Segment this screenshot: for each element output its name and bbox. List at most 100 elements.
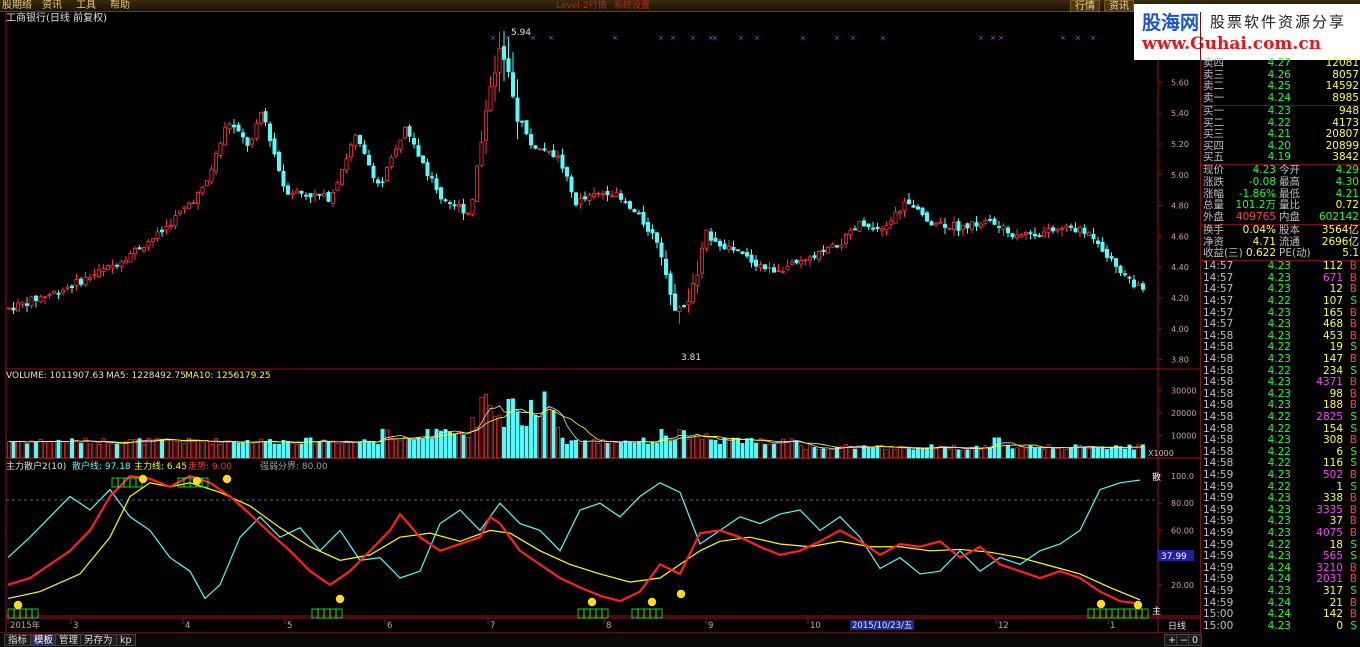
candle-body	[722, 243, 727, 249]
volume-bar	[65, 442, 70, 459]
cursor-date-text: 2015/10/23/五	[852, 621, 913, 631]
menu-item-tools[interactable]: 工具	[76, 0, 96, 12]
stock-chart[interactable]: × × × × × × × × ×× × × × × × × × × × × × × 5.60 5.40 5.20 5.00 4…	[0, 12, 1200, 632]
tick-time: 15:00	[1203, 619, 1234, 632]
signal-marker: ×	[754, 34, 760, 42]
candle-body	[547, 150, 552, 153]
volume-bar	[79, 442, 83, 459]
candle-body	[839, 244, 844, 248]
candle-body	[200, 186, 205, 194]
candle-body	[465, 212, 470, 215]
candle-body	[664, 258, 669, 275]
volume-bar	[731, 437, 736, 459]
candle-body	[682, 305, 687, 307]
signal-cell	[649, 608, 657, 619]
volume-bar	[646, 443, 650, 459]
volume-bar	[556, 426, 560, 459]
volume-bar	[614, 442, 619, 459]
volume-bar	[227, 440, 232, 459]
candle-body	[596, 192, 601, 195]
candle-body	[767, 267, 772, 269]
tick-price: 4.23	[1267, 585, 1291, 597]
volume-bar	[34, 441, 38, 459]
volume-bar	[38, 438, 43, 459]
signal-box	[631, 608, 663, 619]
candle-body	[929, 221, 934, 226]
smiley-icon	[676, 589, 686, 599]
candle-body	[191, 202, 196, 204]
candle-body	[853, 228, 858, 231]
volume-bar	[97, 444, 101, 459]
signal-cell	[577, 608, 585, 619]
current-value-text: 37.99	[1161, 552, 1187, 562]
signal-cell	[1141, 608, 1149, 619]
volume-label: VOLUME: 1011907.63	[6, 371, 104, 381]
candle-body	[1010, 233, 1015, 238]
menu-item-help[interactable]: 帮助	[110, 0, 130, 12]
candle-body	[745, 252, 750, 257]
candle-body	[1109, 256, 1114, 259]
candle-body	[520, 120, 525, 123]
tab-template[interactable]: 模板	[30, 634, 58, 646]
volume-bar	[979, 449, 983, 459]
candle-body	[249, 138, 254, 145]
candle-body	[353, 134, 358, 147]
strength-divide-label: 强弱分界: 80.00	[260, 461, 328, 472]
candle-body	[695, 274, 700, 287]
volume-bar	[115, 443, 119, 459]
candle-body	[1105, 248, 1110, 258]
candle-body	[74, 278, 79, 286]
candle-body	[213, 153, 218, 172]
menu-item-level2[interactable]: Level-2行情	[556, 0, 607, 12]
price-axis: 5.60 5.40 5.20 5.00 4.80 4.60 4.40 4.20 4.00 3.80…	[1158, 78, 1196, 590]
price-tick-label: 4.00	[1171, 325, 1189, 334]
candle-body	[749, 254, 754, 263]
volume-bar	[106, 443, 110, 459]
candle-body	[420, 155, 425, 163]
stat-value: -0.08	[1248, 176, 1276, 188]
price-tick-label: 5.20	[1171, 140, 1189, 149]
volume-unit-label: X1000	[1148, 449, 1174, 458]
volume-bar	[16, 440, 20, 459]
menu-item-settings[interactable]: 系统设置	[614, 0, 650, 12]
candle-body	[375, 179, 380, 184]
tick-time: 14:59	[1203, 527, 1234, 539]
tab-manage[interactable]: 管理	[55, 634, 83, 646]
candle-body	[848, 229, 853, 236]
signal-box	[577, 608, 609, 619]
candle-body	[641, 211, 646, 225]
candle-body	[438, 187, 443, 200]
retail-line	[7, 479, 1141, 600]
quote-tab-button[interactable]: 行情	[1070, 0, 1100, 12]
tab-kp[interactable]: kp	[116, 634, 136, 646]
price-tick-label: 5.00	[1171, 171, 1189, 180]
candle-body	[754, 259, 759, 267]
candle-body	[456, 204, 461, 208]
volume-bar	[1105, 449, 1109, 459]
candle-body	[1078, 226, 1083, 233]
candle-body	[312, 192, 317, 196]
volume-bar	[668, 440, 673, 459]
volume-bar	[488, 405, 493, 459]
candle-body	[677, 306, 682, 312]
menu-item-news[interactable]: 资讯	[42, 0, 62, 12]
candle-body	[799, 260, 804, 265]
tab-save-as[interactable]: 另存为	[80, 634, 117, 646]
volume-bar	[718, 444, 722, 459]
candle-body	[1100, 241, 1105, 252]
volume-bar	[574, 439, 578, 459]
menu-item-stock-futures[interactable]: 股期络	[2, 0, 32, 12]
volume-bar	[677, 429, 682, 459]
candle-body	[15, 302, 20, 312]
volume-bar	[160, 438, 164, 459]
bid-price: 4.21	[1267, 128, 1291, 141]
volume-bar	[992, 437, 997, 459]
news-tab-button[interactable]: 资讯	[1104, 0, 1134, 12]
reset-zoom-button[interactable]: 0	[1188, 634, 1203, 646]
candle-body	[326, 192, 331, 202]
volume-bar	[727, 438, 731, 459]
tick-volume: 502	[1322, 469, 1343, 481]
tab-indicator[interactable]: 指标	[4, 634, 32, 646]
candle-body	[790, 261, 795, 265]
candle-body	[772, 267, 777, 273]
